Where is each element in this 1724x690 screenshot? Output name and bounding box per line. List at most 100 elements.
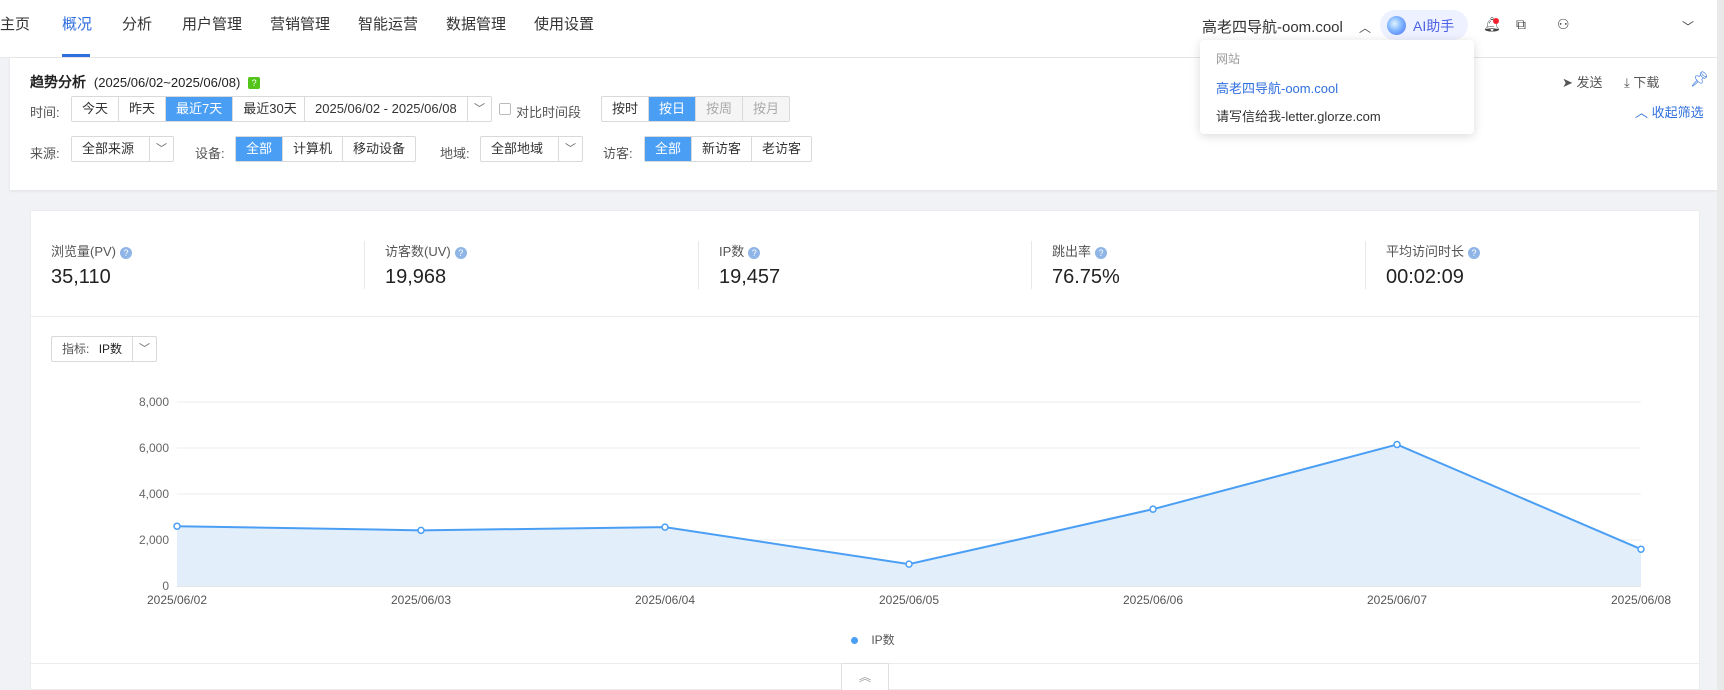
data-point xyxy=(661,523,669,531)
region-select[interactable]: 全部地域 ﹀ xyxy=(480,136,583,162)
download-icon: ⤓ xyxy=(1624,75,1630,90)
time-option-yesterday[interactable]: 昨天 xyxy=(119,97,167,121)
collapse-filters-button[interactable]: ︿ 收起筛选 xyxy=(1635,102,1704,121)
region-value: 全部地域 xyxy=(491,141,544,156)
chevron-down-icon[interactable]: ﹀ xyxy=(1682,18,1694,35)
date-picker[interactable]: 2025/06/02 - 2025/06/08 ﹀ xyxy=(304,96,492,122)
metric-value: 19,457 xyxy=(719,266,781,288)
pin-icon[interactable]: 📌︎ xyxy=(1690,70,1709,88)
trend-title: 趋势分析 xyxy=(30,74,86,90)
dropdown-heading: 网站 xyxy=(1216,52,1241,66)
page-scrollbar[interactable] xyxy=(1717,0,1724,690)
site-option-letter[interactable]: 请写信给我-letter.glorze.com xyxy=(1216,106,1381,125)
data-point xyxy=(1149,505,1157,513)
granularity-week: 按周 xyxy=(696,97,744,121)
chart-legend[interactable]: IP数 xyxy=(851,631,895,648)
help-icon[interactable]: ? xyxy=(1468,246,1481,259)
help-icon[interactable]: ? xyxy=(748,246,761,259)
metric-divider xyxy=(364,241,365,289)
y-tick-label: 8,000 xyxy=(139,395,169,409)
data-point xyxy=(1637,545,1645,553)
copy-icon[interactable]: ⧉ xyxy=(1516,16,1526,33)
y-tick-label: 0 xyxy=(162,579,169,593)
site-selector[interactable]: 高老四导航-oom.cool ︿ xyxy=(1202,16,1371,37)
metric-title: 跳出率 xyxy=(1052,244,1092,259)
device-segment: 全部 计算机 移动设备 xyxy=(235,136,417,162)
chevron-up-icon: ︿ xyxy=(1359,21,1372,35)
metric-title: 访客数(UV) xyxy=(385,244,451,259)
help-icon[interactable]: ? xyxy=(1095,246,1108,259)
device-option-mobile[interactable]: 移动设备 xyxy=(343,137,415,161)
main-content: 浏览量(PV)? 35,110 访客数(UV)? 19,968 IP数? 19,… xyxy=(30,210,1700,690)
metric-value: 00:02:09 xyxy=(1386,266,1464,288)
user-icon[interactable]: ⚇ xyxy=(1557,16,1570,33)
device-option-all[interactable]: 全部 xyxy=(236,137,284,161)
help-icon[interactable]: ? xyxy=(454,246,467,259)
send-button[interactable]: ➤ 发送 xyxy=(1562,72,1603,91)
visitor-option-all[interactable]: 全部 xyxy=(645,137,693,161)
nav-item-analysis[interactable]: 分析 xyxy=(122,0,152,58)
metric-avg-duration: 平均访问时长? 00:02:09 xyxy=(1386,241,1481,289)
nav-item-settings[interactable]: 使用设置 xyxy=(534,0,594,58)
visitor-option-returning[interactable]: 老访客 xyxy=(752,137,811,161)
granularity-day[interactable]: 按日 xyxy=(649,97,697,121)
time-label: 时间: xyxy=(30,105,60,120)
metric-title: 平均访问时长 xyxy=(1386,244,1465,259)
metric-ip: IP数? 19,457 xyxy=(719,241,780,289)
visitor-option-new[interactable]: 新访客 xyxy=(692,137,753,161)
chevron-up-icon: ︿ xyxy=(1635,105,1649,120)
nav-item-home[interactable]: 主页 xyxy=(0,0,30,58)
time-option-last7[interactable]: 最近7天 xyxy=(166,97,234,121)
y-tick-label: 2,000 xyxy=(139,533,169,547)
visitor-segment: 全部 新访客 老访客 xyxy=(644,136,813,162)
metric-value: 19,968 xyxy=(385,266,447,288)
nav-item-smart-ops[interactable]: 智能运营 xyxy=(358,0,418,58)
granularity-hour[interactable]: 按时 xyxy=(602,97,650,121)
data-point xyxy=(173,522,181,530)
time-option-last30[interactable]: 最近30天 xyxy=(233,97,306,121)
granularity-segment: 按时 按日 按周 按月 xyxy=(601,96,791,122)
data-point xyxy=(417,526,425,535)
compare-checkbox[interactable] xyxy=(499,103,511,115)
nav-item-user-management[interactable]: 用户管理 xyxy=(182,0,242,58)
download-label: 下载 xyxy=(1633,75,1660,90)
source-select[interactable]: 全部来源 ﹀ xyxy=(71,136,174,162)
data-point xyxy=(1393,440,1401,449)
date-picker-value: 2025/06/02 - 2025/06/08 xyxy=(315,101,457,116)
ai-assistant-button[interactable]: AI助手 xyxy=(1380,10,1468,40)
x-tick-label: 2025/06/04 xyxy=(635,593,695,607)
double-chevron-up-icon: ︽ xyxy=(858,670,871,684)
data-point xyxy=(905,560,913,568)
active-tab-indicator xyxy=(62,54,90,57)
time-range-segment: 今天 昨天 最近7天 最近30天 xyxy=(71,96,308,122)
device-label: 设备: xyxy=(195,146,225,161)
source-label: 来源: xyxy=(30,146,60,161)
device-option-computer[interactable]: 计算机 xyxy=(283,137,344,161)
download-button[interactable]: ⤓ 下载 xyxy=(1624,72,1659,91)
help-icon[interactable]: ? xyxy=(120,246,133,259)
x-tick-label: 2025/06/08 xyxy=(1611,593,1671,607)
x-tick-label: 2025/06/05 xyxy=(879,593,939,607)
nav-item-overview[interactable]: 概况 xyxy=(62,0,92,58)
help-icon[interactable]: ? xyxy=(248,77,261,90)
visitor-label: 访客: xyxy=(603,146,633,161)
x-tick-label: 2025/06/06 xyxy=(1123,593,1183,607)
indicator-select[interactable]: 指标: IP数 ﹀ xyxy=(51,336,157,362)
x-tick-label: 2025/06/03 xyxy=(391,593,451,607)
site-selector-label: 高老四导航-oom.cool xyxy=(1202,19,1343,36)
legend-label: IP数 xyxy=(871,633,895,647)
ip-trend-chart: 0 2,000 4,000 6,000 8,000 2025/06/02 2025/06/0… xyxy=(139,395,1671,607)
chevron-down-icon: ﹀ xyxy=(132,337,156,361)
time-option-today[interactable]: 今天 xyxy=(72,97,120,121)
nav-item-data-management[interactable]: 数据管理 xyxy=(446,0,506,58)
legend-marker xyxy=(851,637,858,645)
nav-item-marketing[interactable]: 营销管理 xyxy=(270,0,330,58)
metric-title: IP数 xyxy=(719,244,745,259)
chevron-down-icon: ﹀ xyxy=(467,97,491,121)
metric-divider xyxy=(698,241,699,289)
site-option-oom[interactable]: 高老四导航-oom.cool xyxy=(1216,78,1338,97)
scroll-up-button[interactable]: ︽ xyxy=(841,663,889,690)
site-dropdown: 网站 高老四导航-oom.cool 请写信给我-letter.glorze.co… xyxy=(1200,40,1474,134)
section-divider xyxy=(31,316,1699,317)
notification-dot xyxy=(1493,18,1499,24)
